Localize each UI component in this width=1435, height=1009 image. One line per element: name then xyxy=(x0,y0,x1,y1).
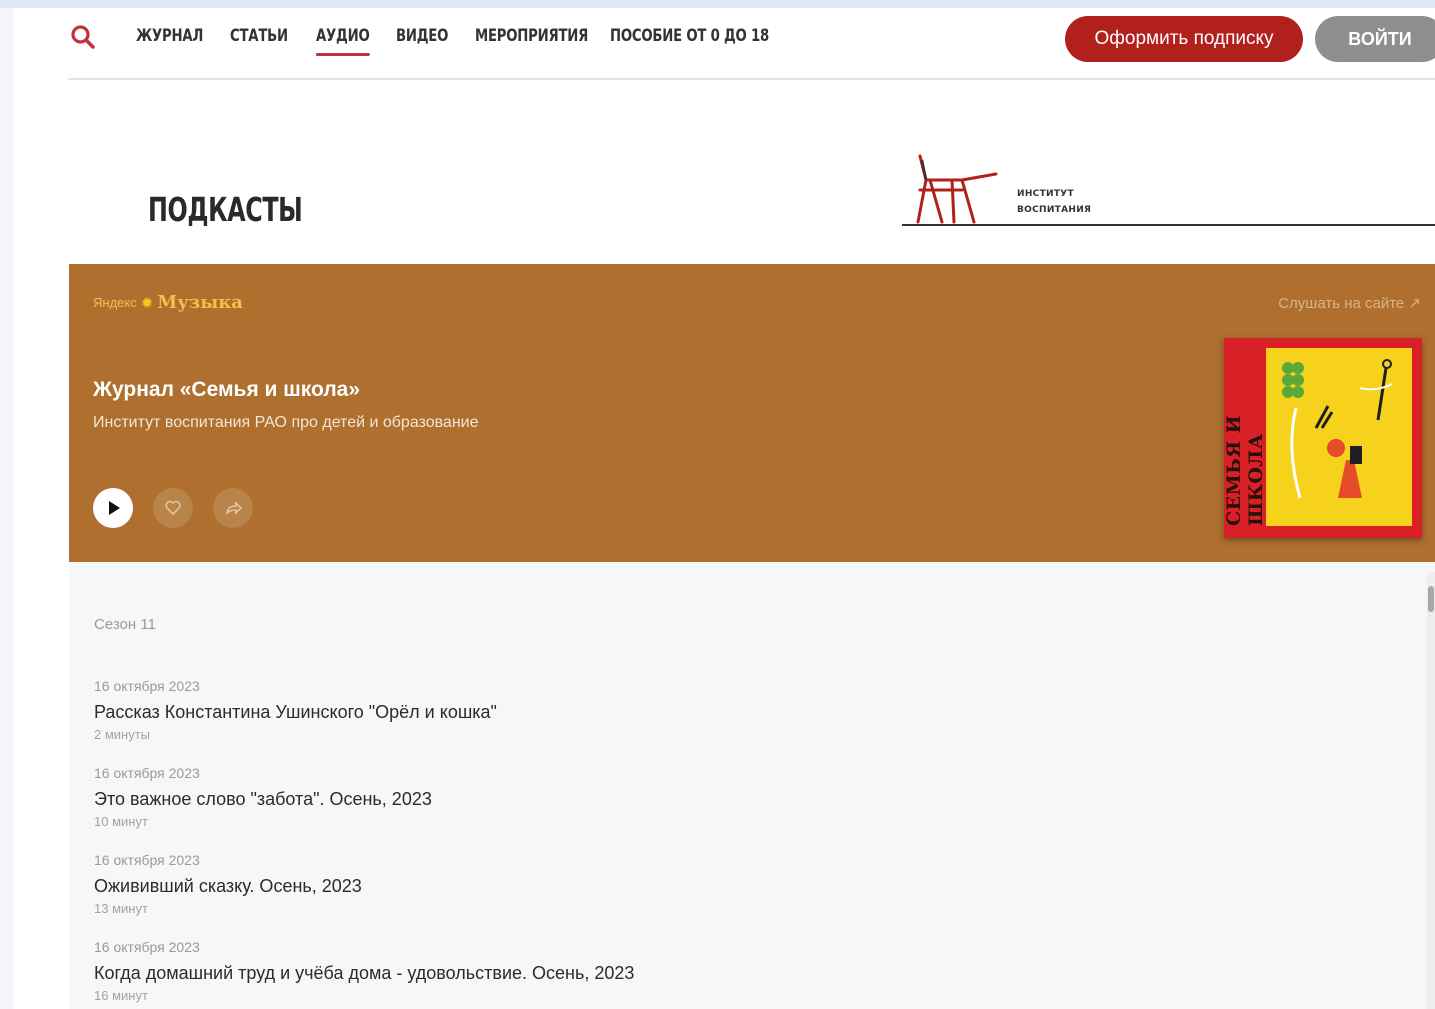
episode-date: 16 октября 2023 xyxy=(94,852,200,868)
left-frame xyxy=(0,8,14,1009)
podcast-cover[interactable]: СЕМЬЯ И ШКОЛА xyxy=(1223,338,1422,538)
listen-on-site-link[interactable]: Слушать на сайте ↗ xyxy=(1278,294,1421,312)
share-button[interactable] xyxy=(213,488,253,528)
login-button[interactable]: ВОЙТИ xyxy=(1315,16,1435,62)
episode-title[interactable]: Рассказ Константина Ушинского "Орёл и ко… xyxy=(94,702,1094,726)
episode-duration: 2 минуты xyxy=(94,727,151,742)
scrollbar-thumb[interactable] xyxy=(1428,586,1434,612)
episode-duration: 13 минут xyxy=(94,901,148,916)
nav-link-events[interactable]: МЕРОПРИЯТИЯ xyxy=(475,26,588,46)
page-title: ПОДКАСТЫ xyxy=(148,190,303,229)
browser-bookmarks-strip xyxy=(0,0,1435,8)
top-navigation: ЖУРНАЛ СТАТЬИ АУДИО ВИДЕО МЕРОПРИЯТИЯ ПО… xyxy=(68,16,1435,64)
horse-chair-icon xyxy=(916,154,998,224)
list-item[interactable]: 16 октября 2023 Когда домашний труд и уч… xyxy=(94,939,1094,1003)
episode-title[interactable]: Это важное слово "забота". Осень, 2023 xyxy=(94,789,1094,813)
episode-title[interactable]: Ожививший сказку. Осень, 2023 xyxy=(94,876,1094,900)
cover-title: СЕМЬЯ И ШКОЛА xyxy=(1223,414,1267,526)
institute-line1: ИНСТИТУТ xyxy=(1017,189,1074,199)
share-icon xyxy=(225,501,243,516)
episode-date: 16 октября 2023 xyxy=(94,765,200,781)
list-item[interactable]: 16 октября 2023 Ожививший сказку. Осень,… xyxy=(94,852,1094,916)
yandex-music-player: Яндекс ✹ Музыка Слушать на сайте ↗ Журна… xyxy=(69,264,1435,562)
sun-icon: ✹ xyxy=(140,294,154,312)
episode-list: Сезон 11 16 октября 2023 Рассказ Констан… xyxy=(69,562,1435,1009)
nav-link-video[interactable]: ВИДЕО xyxy=(396,26,448,46)
yandex-music-logo[interactable]: Яндекс ✹ Музыка xyxy=(93,292,243,313)
yandex-label: Яндекс xyxy=(93,295,137,310)
nav-link-guide[interactable]: ПОСОБИЕ ОТ 0 ДО 18 xyxy=(610,26,769,46)
episode-duration: 10 минут xyxy=(94,814,148,829)
podcast-title[interactable]: Журнал «Семья и школа» xyxy=(93,378,360,402)
nav-link-journal[interactable]: ЖУРНАЛ xyxy=(136,26,203,46)
institute-logo[interactable]: ИНСТИТУТ ВОСПИТАНИЯ xyxy=(902,150,1435,230)
podcast-subtitle: Институт воспитания РАО про детей и обра… xyxy=(93,414,479,431)
institute-line2: ВОСПИТАНИЯ xyxy=(1017,205,1092,215)
episode-list-scrollbar[interactable] xyxy=(1427,572,1435,1009)
list-item[interactable]: 16 октября 2023 Рассказ Константина Ушин… xyxy=(94,678,1094,742)
music-label: Музыка xyxy=(157,292,243,313)
search-icon[interactable] xyxy=(70,24,96,50)
list-item[interactable]: 16 октября 2023 Это важное слово "забота… xyxy=(94,765,1094,829)
nav-link-articles[interactable]: СТАТЬИ xyxy=(230,26,288,46)
cover-artwork xyxy=(1266,348,1412,526)
header-divider xyxy=(68,78,1435,80)
episode-title[interactable]: Когда домашний труд и учёба дома - удово… xyxy=(94,963,1094,987)
play-icon xyxy=(109,501,120,515)
cover-illustration xyxy=(1282,359,1393,499)
institute-logo-text: ИНСТИТУТ ВОСПИТАНИЯ xyxy=(1017,186,1091,218)
play-button[interactable] xyxy=(93,488,133,528)
episode-duration: 16 минут xyxy=(94,988,148,1003)
nav-link-audio[interactable]: АУДИО xyxy=(316,26,370,56)
institute-logo-rule xyxy=(902,224,1435,226)
episode-date: 16 октября 2023 xyxy=(94,678,200,694)
heart-icon xyxy=(165,500,181,516)
episode-date: 16 октября 2023 xyxy=(94,939,200,955)
subscribe-button[interactable]: Оформить подписку xyxy=(1065,16,1303,62)
season-label[interactable]: Сезон 11 xyxy=(94,616,156,633)
like-button[interactable] xyxy=(153,488,193,528)
